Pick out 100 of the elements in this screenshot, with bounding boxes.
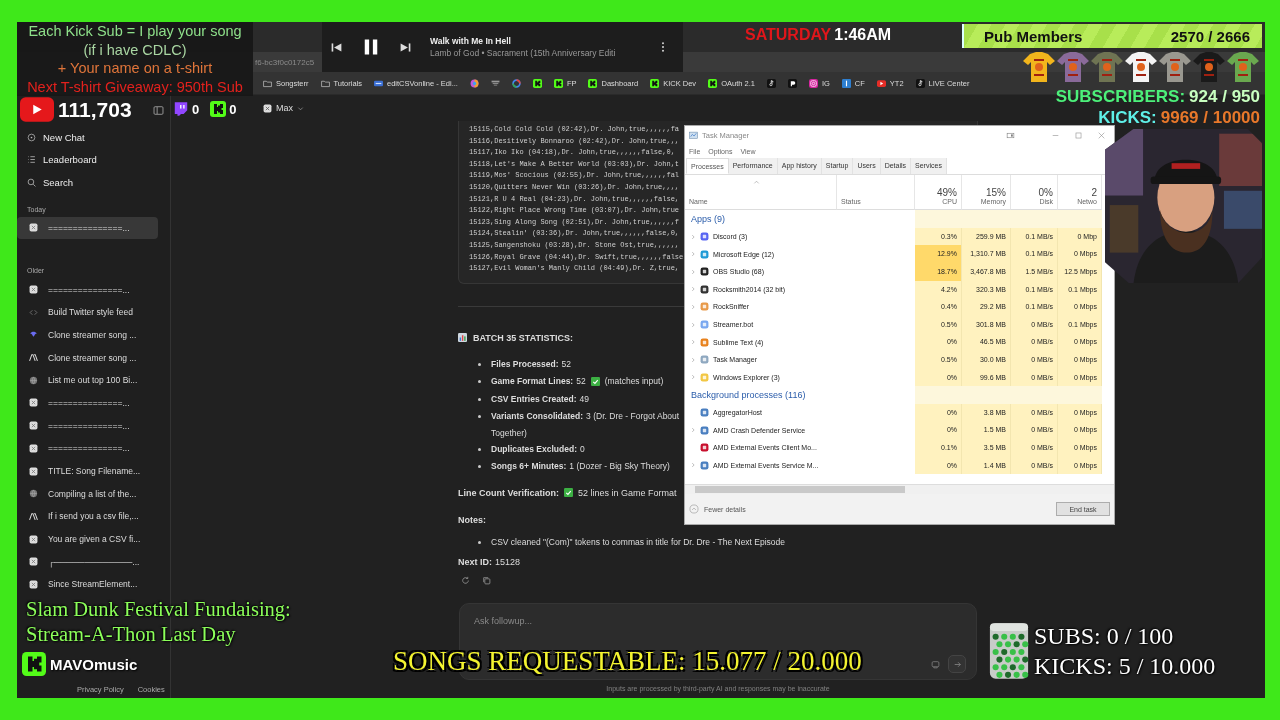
fundraiser-text: Stream-A-Thon Last Day bbox=[26, 622, 237, 647]
message-field[interactable]: Ask followup... bbox=[474, 616, 966, 626]
stat-value: 3 (Dr. Dre - Forgot About bbox=[586, 410, 680, 424]
expand-icon[interactable] bbox=[690, 321, 696, 328]
column-percent: 15% bbox=[986, 187, 1006, 199]
expand-icon[interactable] bbox=[690, 374, 696, 381]
stat-note: (matches input) bbox=[604, 375, 664, 389]
horizontal-scrollbar[interactable] bbox=[685, 484, 1114, 494]
column-percent: 0% bbox=[1038, 187, 1053, 199]
goal-value: 924 / 950 bbox=[1189, 87, 1260, 106]
app-icon bbox=[689, 130, 698, 140]
notes-label: Notes: bbox=[458, 514, 487, 525]
globe-icon bbox=[29, 489, 38, 499]
track-title: Walk with Me In Hell bbox=[430, 36, 512, 46]
fundraiser-text: Slam Dunk Festival Fundaising: bbox=[26, 597, 291, 622]
sidebar-item[interactable]: Compiling a list of the... bbox=[17, 482, 158, 506]
kick-icon bbox=[532, 78, 542, 88]
bookmark[interactable] bbox=[469, 78, 479, 88]
expand-icon[interactable] bbox=[690, 339, 696, 346]
next-icon[interactable] bbox=[399, 40, 412, 54]
sidebar-toggle-icon[interactable] bbox=[153, 105, 164, 116]
sidebar-item[interactable]: List me out top 100 Bi... bbox=[17, 368, 158, 392]
sort-caret-icon[interactable] bbox=[753, 179, 760, 186]
sidebar-item[interactable]: ===============... bbox=[17, 391, 158, 415]
model-selector[interactable]: Max bbox=[263, 103, 304, 113]
peak-icon bbox=[29, 353, 38, 363]
sidebar-item[interactable]: Since StreamElement... bbox=[17, 573, 158, 596]
channel-name: MAVOmusic bbox=[50, 655, 138, 673]
sidebar-action[interactable]: Search bbox=[17, 171, 170, 194]
search-icon bbox=[27, 177, 36, 187]
stat-value: 52 bbox=[576, 375, 586, 389]
expand-icon[interactable] bbox=[690, 268, 696, 275]
expand-icon[interactable] bbox=[690, 462, 696, 469]
sidebar-item[interactable]: Clone streamer song ... bbox=[17, 346, 158, 369]
chat-icon bbox=[29, 534, 38, 544]
attach-icon[interactable] bbox=[931, 659, 940, 669]
sidebar-action[interactable]: New Chat bbox=[17, 126, 170, 149]
refresh-icon[interactable] bbox=[461, 576, 470, 586]
stat-value: 1 (Dozer - Big Sky Theory) bbox=[569, 460, 670, 474]
table-cell bbox=[915, 386, 962, 404]
stat-label: CSV Entries Created: bbox=[491, 392, 577, 406]
bullet-icon bbox=[478, 540, 481, 544]
caret-icon bbox=[297, 104, 304, 112]
kick-icon bbox=[708, 78, 718, 88]
bar-chart-icon bbox=[458, 333, 467, 343]
expand-icon[interactable] bbox=[690, 286, 696, 293]
maximize-icon[interactable] bbox=[1074, 130, 1083, 140]
sidebar-item[interactable]: ===============... bbox=[17, 216, 158, 240]
list-icon bbox=[27, 155, 36, 165]
bookmark[interactable] bbox=[766, 78, 776, 88]
kick-icon bbox=[588, 78, 598, 88]
sidebar-item[interactable]: If i send you a csv file,... bbox=[17, 505, 158, 528]
expand-icon[interactable] bbox=[690, 303, 696, 310]
compact-view-icon[interactable] bbox=[1006, 130, 1015, 140]
globe-icon bbox=[29, 375, 38, 385]
expand-icon[interactable] bbox=[690, 356, 696, 363]
expand-icon[interactable] bbox=[690, 251, 696, 258]
expand-icon[interactable] bbox=[690, 233, 696, 240]
section-heading: BATCH 35 STATISTICS: bbox=[473, 332, 573, 343]
table-cell bbox=[1058, 210, 1102, 228]
expand-icon[interactable] bbox=[690, 427, 696, 434]
sidebar-action[interactable]: Leaderboard bbox=[17, 148, 170, 171]
stat-label: Game Format Lines: bbox=[491, 375, 574, 389]
send-button[interactable] bbox=[948, 655, 966, 673]
day-label: SATURDAY bbox=[745, 26, 832, 44]
tray-icon bbox=[490, 78, 500, 88]
sidebar-item[interactable]: ┌─────────────... bbox=[17, 550, 158, 574]
bullet-icon bbox=[478, 380, 481, 384]
sidebar-item[interactable]: Build Twitter style feed bbox=[17, 300, 158, 324]
sidebar-item[interactable]: ===============... bbox=[17, 437, 158, 460]
sidebar-item[interactable]: ===============... bbox=[17, 414, 158, 437]
bookmark[interactable] bbox=[787, 78, 797, 88]
viewer-count: 0 bbox=[229, 101, 237, 117]
table-cell bbox=[915, 210, 962, 228]
sidebar-item[interactable]: ===============... bbox=[17, 278, 158, 301]
circle-icon bbox=[511, 78, 521, 88]
goal-text: KICKS: 5 / 10.000 bbox=[1034, 652, 1216, 681]
bullet-icon bbox=[478, 465, 481, 469]
chat-icon bbox=[29, 223, 38, 233]
bullet-icon bbox=[478, 397, 481, 401]
column-percent: 2 bbox=[1091, 187, 1097, 199]
close-icon[interactable] bbox=[1097, 130, 1106, 140]
subscriber-count: 111,703 bbox=[58, 97, 132, 122]
track-artist: Lamb of God • Sacrament (15th Anniversary Editi bbox=[430, 48, 617, 58]
verification-text: 52 lines in Game Format bbox=[578, 487, 677, 498]
chat-icon bbox=[29, 398, 38, 408]
sidebar-item[interactable]: TITLE: Song Filename... bbox=[17, 459, 158, 483]
note-icon bbox=[915, 78, 925, 88]
chat-icon bbox=[29, 421, 38, 431]
stat-label: Variants Consolidated: bbox=[491, 410, 584, 424]
previous-icon[interactable] bbox=[330, 40, 343, 54]
sidebar-item[interactable]: Clone streamer song ... bbox=[17, 323, 158, 347]
kick-icon bbox=[553, 78, 563, 88]
copy-icon[interactable] bbox=[482, 576, 491, 586]
viewer-count: 0 bbox=[192, 101, 200, 117]
bookmark-icon bbox=[841, 78, 851, 88]
sidebar-item[interactable]: You are given a CSV fi... bbox=[17, 527, 158, 551]
bookmark[interactable] bbox=[532, 78, 542, 88]
stat-label: Files Processed: bbox=[491, 357, 559, 371]
promo-text: Each Kick Sub = I play your song bbox=[28, 22, 242, 41]
